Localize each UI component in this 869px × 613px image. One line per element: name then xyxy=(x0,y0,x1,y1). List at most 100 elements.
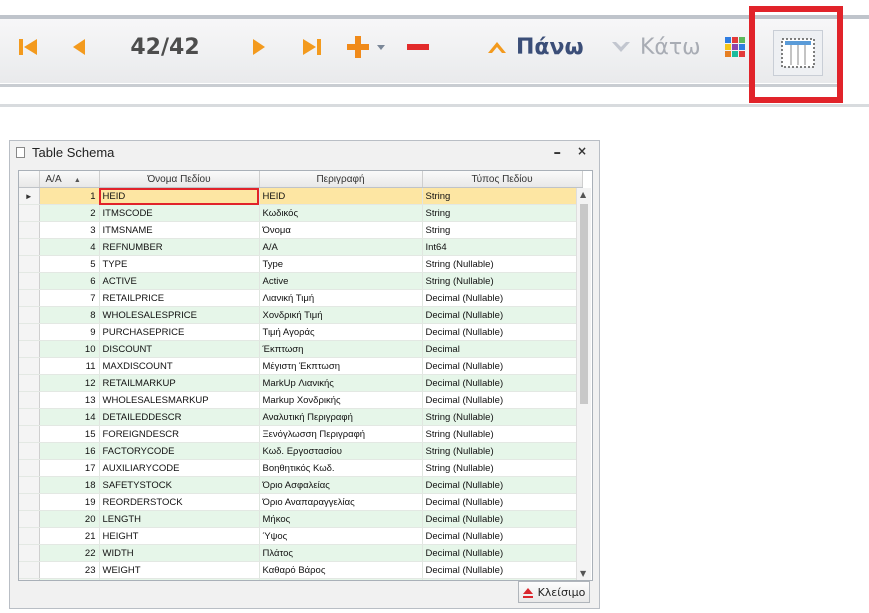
field-type-cell[interactable]: Decimal (Nullable) xyxy=(422,323,583,341)
field-name-cell[interactable]: REORDERSTOCK xyxy=(99,493,260,511)
row-indicator[interactable] xyxy=(19,510,40,528)
scroll-up-icon[interactable]: ▲ xyxy=(580,190,586,199)
row-indicator[interactable] xyxy=(19,306,40,324)
table-row[interactable]: 15 FOREIGNDESCR Ξενόγλωσση Περιγραφή String… xyxy=(19,425,583,443)
vertical-scrollbar[interactable]: ▲ ▼ xyxy=(576,188,591,580)
close-dialog-button[interactable]: Κλείσιμο xyxy=(518,581,590,603)
field-name-cell[interactable]: FOREIGNDESCR xyxy=(99,425,260,443)
row-indicator[interactable] xyxy=(19,238,40,256)
field-type-cell[interactable]: Decimal (Nullable) xyxy=(422,289,583,307)
row-number[interactable]: 10 xyxy=(39,340,100,358)
row-number[interactable]: 1 xyxy=(39,187,100,205)
description-cell[interactable]: Τιμή Αγοράς xyxy=(259,323,423,341)
close-window-button[interactable]: × xyxy=(577,144,587,158)
table-row[interactable]: 9 PURCHASEPRICE Τιμή Αγοράς Decimal (Nullab… xyxy=(19,323,583,341)
column-header-aa[interactable]: A/A ▲ xyxy=(39,171,100,188)
row-number[interactable]: 6 xyxy=(39,272,100,290)
next-record-button[interactable] xyxy=(246,27,272,67)
field-name-cell[interactable]: REFNUMBER xyxy=(99,238,260,256)
row-number[interactable]: 21 xyxy=(39,527,100,545)
row-number[interactable]: 23 xyxy=(39,561,100,579)
add-dropdown-button[interactable] xyxy=(374,27,388,67)
table-row[interactable]: 13 WHOLESALESMARKUP Markup Χονδρικής Decima… xyxy=(19,391,583,409)
field-name-cell[interactable]: PURCHASEPRICE xyxy=(99,323,260,341)
column-header-field-type[interactable]: Τύπος Πεδίου xyxy=(422,171,583,188)
description-cell[interactable]: Πλάτος xyxy=(259,544,423,562)
table-row[interactable]: 11 MAXDISCOUNT Μέγιστη Έκπτωση Decimal (Nul… xyxy=(19,357,583,375)
field-type-cell[interactable]: String xyxy=(422,187,583,205)
row-number[interactable]: 22 xyxy=(39,544,100,562)
description-cell[interactable]: Όγκος xyxy=(259,578,423,580)
first-record-button[interactable] xyxy=(14,27,44,67)
description-cell[interactable]: Χονδρική Τιμή xyxy=(259,306,423,324)
field-name-cell[interactable]: HEID xyxy=(99,187,260,205)
row-number[interactable]: 2 xyxy=(39,204,100,222)
row-indicator[interactable] xyxy=(19,408,40,426)
move-up-button[interactable]: Πάνω xyxy=(486,27,596,67)
field-type-cell[interactable]: Decimal (Nullable) xyxy=(422,544,583,562)
field-name-cell[interactable]: ITMSCODE xyxy=(99,204,260,222)
description-cell[interactable]: Αναλυτική Περιγραφή xyxy=(259,408,423,426)
field-type-cell[interactable]: Decimal (Nullable) xyxy=(422,510,583,528)
row-indicator[interactable] xyxy=(19,527,40,545)
table-row[interactable]: ► 1 HEID HEID String xyxy=(19,187,583,205)
table-row[interactable]: 4 REFNUMBER A/A Int64 xyxy=(19,238,583,256)
row-indicator[interactable] xyxy=(19,459,40,477)
field-name-cell[interactable]: WHOLESALESMARKUP xyxy=(99,391,260,409)
add-record-button[interactable] xyxy=(344,27,372,67)
row-number[interactable]: 9 xyxy=(39,323,100,341)
table-row[interactable]: 20 LENGTH Μήκος Decimal (Nullable) xyxy=(19,510,583,528)
field-name-cell[interactable]: MAXDISCOUNT xyxy=(99,357,260,375)
field-name-cell[interactable]: ACTIVE xyxy=(99,272,260,290)
row-number[interactable]: 24 xyxy=(39,578,100,580)
row-indicator[interactable] xyxy=(19,340,40,358)
row-number[interactable]: 8 xyxy=(39,306,100,324)
row-indicator[interactable] xyxy=(19,578,40,580)
last-record-button[interactable] xyxy=(296,27,326,67)
field-name-cell[interactable]: DETAILEDDESCR xyxy=(99,408,260,426)
field-name-cell[interactable]: DISCOUNT xyxy=(99,340,260,358)
row-indicator[interactable] xyxy=(19,391,40,409)
description-cell[interactable]: Έκπτωση xyxy=(259,340,423,358)
field-type-cell[interactable]: Decimal (Nullable) xyxy=(422,391,583,409)
row-indicator[interactable] xyxy=(19,425,40,443)
scroll-down-icon[interactable]: ▼ xyxy=(580,569,586,578)
row-indicator[interactable] xyxy=(19,357,40,375)
minimize-button[interactable]: – xyxy=(554,143,562,161)
description-cell[interactable]: Κωδ. Εργοστασίου xyxy=(259,442,423,460)
description-cell[interactable]: Λιανική Τιμή xyxy=(259,289,423,307)
description-cell[interactable]: Μήκος xyxy=(259,510,423,528)
row-number[interactable]: 11 xyxy=(39,357,100,375)
table-row[interactable]: 7 RETAILPRICE Λιανική Τιμή Decimal (Nullabl… xyxy=(19,289,583,307)
description-cell[interactable]: Ξενόγλωσση Περιγραφή xyxy=(259,425,423,443)
table-row[interactable]: 18 SAFETYSTOCK Όριο Ασφαλείας Decimal (Null… xyxy=(19,476,583,494)
table-row[interactable]: 10 DISCOUNT Έκπτωση Decimal xyxy=(19,340,583,358)
description-cell[interactable]: Όριο Ασφαλείας xyxy=(259,476,423,494)
row-indicator[interactable] xyxy=(19,476,40,494)
description-cell[interactable]: Ύψος xyxy=(259,527,423,545)
description-cell[interactable]: Type xyxy=(259,255,423,273)
field-type-cell[interactable]: String xyxy=(422,221,583,239)
previous-record-button[interactable] xyxy=(66,27,92,67)
scrollbar-thumb[interactable] xyxy=(580,204,588,404)
field-type-cell[interactable]: Decimal (Nullable) xyxy=(422,357,583,375)
row-indicator[interactable] xyxy=(19,561,40,579)
row-number[interactable]: 16 xyxy=(39,442,100,460)
table-row[interactable]: 22 WIDTH Πλάτος Decimal (Nullable) xyxy=(19,544,583,562)
field-type-cell[interactable]: Decimal (Nullable) xyxy=(422,306,583,324)
row-number[interactable]: 14 xyxy=(39,408,100,426)
field-name-cell[interactable]: RETAILPRICE xyxy=(99,289,260,307)
table-row[interactable]: 6 ACTIVE Active String (Nullable) xyxy=(19,272,583,290)
field-type-cell[interactable]: String (Nullable) xyxy=(422,459,583,477)
field-name-cell[interactable]: WEIGHT xyxy=(99,561,260,579)
field-type-cell[interactable]: String (Nullable) xyxy=(422,408,583,426)
row-indicator[interactable] xyxy=(19,323,40,341)
row-indicator[interactable] xyxy=(19,493,40,511)
table-row[interactable]: 14 DETAILEDDESCR Αναλυτική Περιγραφή String… xyxy=(19,408,583,426)
field-name-cell[interactable]: FACTORYCODE xyxy=(99,442,260,460)
field-name-cell[interactable]: VOLUME xyxy=(99,578,260,580)
description-cell[interactable]: A/A xyxy=(259,238,423,256)
grid-colors-button[interactable] xyxy=(722,27,748,67)
move-down-button[interactable]: Κάτω xyxy=(610,27,710,67)
description-cell[interactable]: Βοηθητικός Κωδ. xyxy=(259,459,423,477)
